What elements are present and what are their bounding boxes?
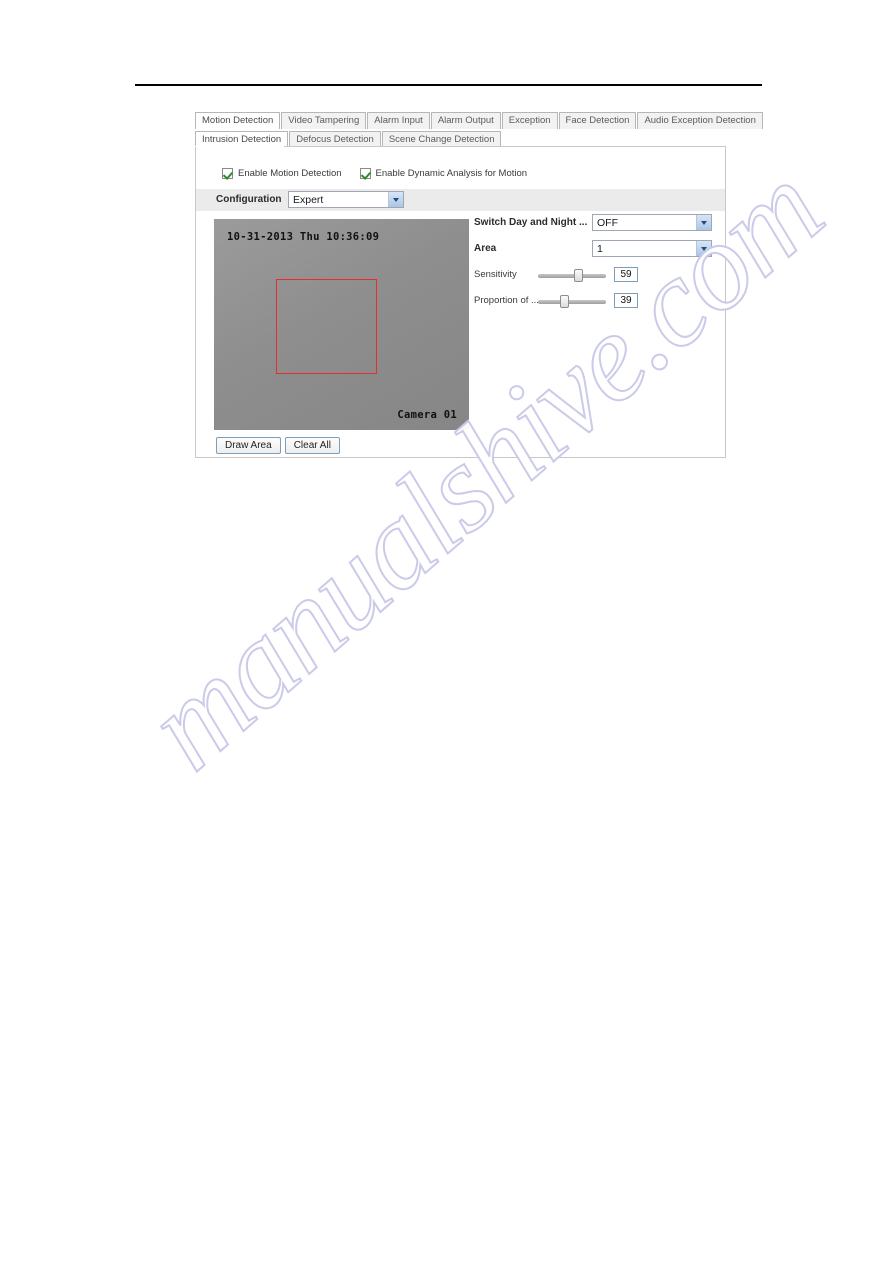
chevron-down-icon[interactable] <box>696 215 711 230</box>
video-timestamp-osd: 10-31-2013 Thu 10:36:09 <box>227 231 380 243</box>
tab-alarm-output[interactable]: Alarm Output <box>430 112 501 129</box>
sensitivity-row: Sensitivity 59 <box>474 264 714 290</box>
configuration-select[interactable]: Expert <box>288 191 404 208</box>
tab-video-tampering[interactable]: Video Tampering <box>281 112 367 129</box>
area-select-value: 1 <box>597 243 603 255</box>
chevron-down-icon[interactable] <box>696 241 711 256</box>
configuration-select-value: Expert <box>293 194 324 206</box>
area-select[interactable]: 1 <box>592 240 712 257</box>
header-divider-rule <box>135 84 762 86</box>
proportion-label: Proportion of ... <box>474 295 539 306</box>
proportion-row: Proportion of ... 39 <box>474 290 714 316</box>
area-row: Area 1 <box>474 238 714 264</box>
draw-area-button[interactable]: Draw Area <box>216 437 281 454</box>
tab-face-detection[interactable]: Face Detection <box>558 112 637 129</box>
proportion-slider-thumb[interactable] <box>560 295 570 308</box>
enable-dynamic-analysis-group[interactable]: Enable Dynamic Analysis for Motion <box>359 168 528 179</box>
configuration-label: Configuration <box>216 194 282 205</box>
enable-motion-detection-group[interactable]: Enable Motion Detection <box>222 168 342 179</box>
switch-day-night-value: OFF <box>597 217 618 229</box>
switch-day-night-row: Switch Day and Night ... OFF <box>474 212 714 238</box>
sensitivity-slider-track[interactable] <box>538 274 606 278</box>
chevron-down-icon[interactable] <box>388 192 403 207</box>
video-preview[interactable]: 10-31-2013 Thu 10:36:09 Camera 01 <box>214 219 469 430</box>
area-label: Area <box>474 243 497 254</box>
configuration-band: Configuration Expert <box>196 189 725 211</box>
sensitivity-value-box[interactable]: 59 <box>614 267 638 282</box>
enable-options-row: Enable Motion Detection Enable Dynamic A… <box>222 168 545 179</box>
area-buttons-row: Draw Area Clear All <box>216 437 344 454</box>
switch-day-night-select[interactable]: OFF <box>592 214 712 231</box>
tab-alarm-input[interactable]: Alarm Input <box>367 112 430 129</box>
switch-day-night-label: Switch Day and Night ... <box>474 217 588 228</box>
tab-audio-exception-detection[interactable]: Audio Exception Detection <box>637 112 763 129</box>
sensitivity-slider[interactable] <box>538 269 606 282</box>
proportion-slider-track[interactable] <box>538 300 606 304</box>
tab-motion-detection[interactable]: Motion Detection <box>195 112 281 129</box>
tab-strip: Motion Detection Video Tampering Alarm I… <box>195 111 763 148</box>
clear-all-button[interactable]: Clear All <box>284 437 340 454</box>
enable-motion-detection-checkbox[interactable] <box>222 168 233 179</box>
proportion-value-box[interactable]: 39 <box>614 293 638 308</box>
sensitivity-slider-thumb[interactable] <box>573 269 583 282</box>
video-camera-name-osd: Camera 01 <box>397 409 457 421</box>
sensitivity-label: Sensitivity <box>474 269 517 280</box>
tab-exception[interactable]: Exception <box>501 112 558 129</box>
detection-area-rectangle[interactable] <box>276 279 377 374</box>
detection-settings-column: Switch Day and Night ... OFF Area 1 Sens… <box>474 212 714 316</box>
proportion-slider[interactable] <box>538 295 606 308</box>
enable-dynamic-analysis-label: Enable Dynamic Analysis for Motion <box>375 168 528 179</box>
enable-dynamic-analysis-checkbox[interactable] <box>359 168 371 179</box>
enable-motion-detection-label: Enable Motion Detection <box>238 168 342 179</box>
motion-detection-panel: Enable Motion Detection Enable Dynamic A… <box>195 147 726 458</box>
tab-row-primary: Motion Detection Video Tampering Alarm I… <box>195 111 763 129</box>
